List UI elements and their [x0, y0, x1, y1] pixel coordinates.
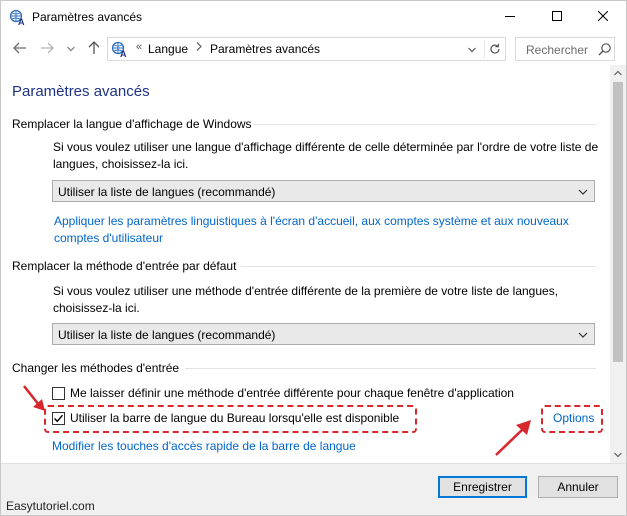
arrow-left-icon — [13, 41, 27, 57]
main-content: Paramètres avancés Remplacer la langue d… — [1, 65, 610, 463]
title-bar: A Paramètres avancés — [1, 1, 626, 33]
language-settings-icon: A — [9, 9, 26, 27]
chevron-down-icon — [468, 47, 476, 53]
recent-locations-button[interactable] — [64, 39, 78, 59]
per-app-input-method-checkbox[interactable] — [52, 386, 65, 400]
per-app-input-method-label[interactable]: Me laisser définir une méthode d'entrée … — [70, 386, 514, 400]
arrow-up-icon — [88, 40, 100, 58]
per-app-input-method-checkbox-row[interactable]: Me laisser définir une méthode d'entrée … — [52, 385, 514, 401]
chevron-up-icon — [614, 70, 622, 76]
highlight-box-options — [541, 405, 603, 433]
scroll-up-button[interactable] — [610, 65, 626, 81]
language-settings-icon: A — [111, 41, 128, 59]
close-icon — [597, 10, 609, 24]
svg-text:A: A — [18, 17, 25, 26]
input-method-description: Si vous voulez utiliser une méthode d'en… — [53, 284, 559, 315]
watermark-text: Easytutoriel.com — [6, 499, 95, 513]
section-divider — [253, 124, 596, 125]
apply-language-settings-link[interactable]: Appliquer les paramètres linguistiques à… — [54, 213, 594, 247]
minimize-button[interactable] — [487, 1, 533, 32]
arrow-right-icon — [40, 41, 54, 57]
red-arrow-icon — [22, 385, 45, 411]
section-heading-switching: Changer les méthodes d'entrée — [12, 361, 180, 375]
breadcrumb-overflow[interactable]: « — [136, 41, 142, 53]
control-panel-window: A Paramètres avancés A « Langue Paramètr… — [0, 0, 627, 516]
language-bar-hotkeys-link[interactable]: Modifier les touches d'accès rapide de l… — [52, 438, 356, 455]
display-language-select-value: Utiliser la liste de langues (recommandé… — [58, 185, 276, 199]
window-title: Paramètres avancés — [32, 10, 143, 24]
page-title: Paramètres avancés — [12, 83, 150, 100]
cancel-button[interactable]: Annuler — [538, 476, 618, 498]
search-icon[interactable] — [598, 42, 612, 56]
dialog-footer: Easytutoriel.com Enregistrer Annuler — [1, 463, 626, 515]
minimize-icon — [505, 10, 515, 24]
refresh-button[interactable] — [484, 40, 504, 58]
breadcrumb-parametres-avances[interactable]: Paramètres avancés — [210, 42, 320, 56]
chevron-down-icon — [614, 452, 622, 458]
scroll-thumb[interactable] — [613, 82, 623, 362]
section-divider — [241, 266, 596, 267]
address-history-button[interactable] — [465, 42, 479, 58]
display-language-description: Si vous voulez utiliser une langue d'aff… — [53, 140, 599, 171]
input-method-select-value: Utiliser la liste de langues (recommandé… — [58, 328, 276, 342]
svg-text:A: A — [120, 49, 127, 58]
highlight-box-language-bar — [44, 405, 417, 433]
close-button[interactable] — [580, 1, 626, 32]
breadcrumb-langue[interactable]: Langue — [148, 42, 188, 56]
display-language-select[interactable]: Utiliser la liste de langues (recommandé… — [52, 180, 595, 202]
scroll-down-button[interactable] — [610, 447, 626, 463]
save-button[interactable]: Enregistrer — [438, 476, 527, 498]
search-input[interactable]: Rechercher — [515, 37, 615, 61]
navigation-bar: A « Langue Paramètres avancés Rechercher — [1, 33, 626, 65]
back-button[interactable] — [10, 39, 30, 59]
section-heading-display-language: Remplacer la langue d'affichage de Windo… — [12, 117, 252, 131]
section-divider — [185, 368, 596, 369]
chevron-down-icon — [578, 186, 588, 196]
chevron-down-icon — [578, 329, 588, 339]
search-placeholder: Rechercher — [526, 43, 589, 57]
chevron-down-icon — [67, 44, 75, 54]
red-arrow-icon — [495, 420, 531, 456]
section-heading-input-method: Remplacer la méthode d'entrée par défaut — [12, 259, 237, 273]
forward-button[interactable] — [37, 39, 57, 59]
refresh-icon — [489, 43, 500, 54]
breadcrumb-separator-icon — [196, 42, 202, 54]
maximize-icon — [552, 10, 562, 24]
input-method-select[interactable]: Utiliser la liste de langues (recommandé… — [52, 323, 595, 345]
address-bar[interactable]: A « Langue Paramètres avancés — [107, 37, 506, 61]
up-button[interactable] — [85, 39, 103, 59]
vertical-scrollbar[interactable] — [610, 65, 626, 463]
maximize-button[interactable] — [534, 1, 580, 32]
